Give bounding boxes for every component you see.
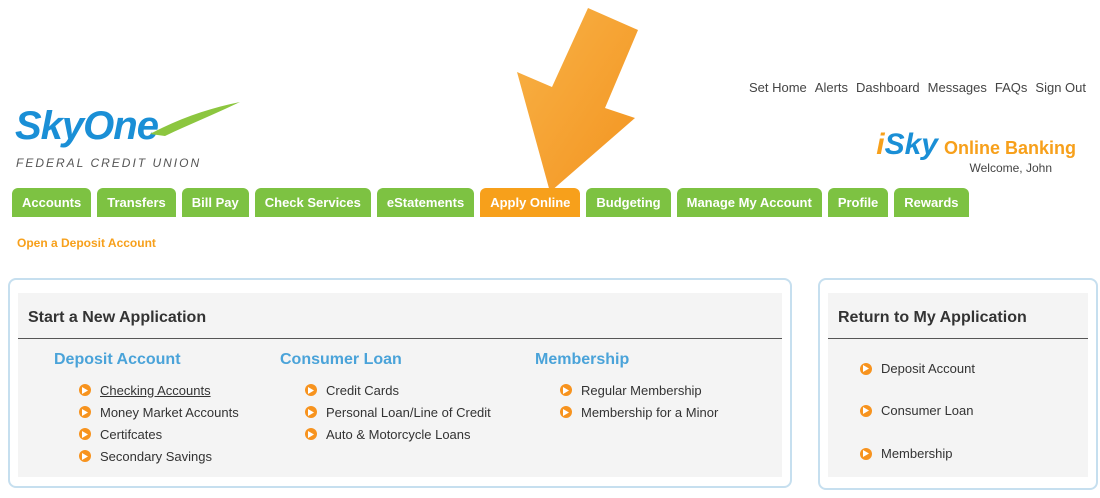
tab-budgeting[interactable]: Budgeting: [586, 188, 671, 217]
arrow-bullet-icon: [79, 406, 91, 418]
swoosh-icon: [150, 102, 240, 136]
arrow-bullet-icon: [305, 384, 317, 396]
tab-check-services[interactable]: Check Services: [254, 188, 371, 217]
list-item[interactable]: Checking Accounts: [79, 379, 239, 401]
arrow-bullet-icon: [79, 428, 91, 440]
tab-profile[interactable]: Profile: [827, 188, 889, 217]
divider: [828, 338, 1088, 339]
column-title: Membership: [535, 351, 630, 368]
list-item[interactable]: Money Market Accounts: [79, 401, 239, 423]
alerts-link[interactable]: Alerts: [815, 80, 848, 95]
list-item[interactable]: Credit Cards: [305, 379, 491, 401]
tab-apply-online[interactable]: Apply Online: [480, 188, 581, 217]
welcome-text: Welcome, John: [969, 161, 1052, 175]
return-application-title: Return to My Application: [838, 309, 1027, 326]
new-application-title: Start a New Application: [28, 309, 207, 326]
tab-estatements[interactable]: eStatements: [376, 188, 475, 217]
return-deposit-account-link[interactable]: Deposit Account: [860, 361, 975, 376]
tab-accounts[interactable]: Accounts: [12, 188, 92, 217]
new-application-panel: Start a New Application Deposit Account …: [8, 278, 792, 488]
sign-out-link[interactable]: Sign Out: [1035, 80, 1086, 95]
return-consumer-loan-link[interactable]: Consumer Loan: [860, 403, 974, 418]
list-item[interactable]: Secondary Savings: [79, 445, 239, 467]
return-membership-link[interactable]: Membership: [860, 446, 953, 461]
divider: [18, 338, 782, 339]
set-home-link[interactable]: Set Home: [749, 80, 807, 95]
isky-brand: iSky: [876, 128, 938, 161]
main-nav: Accounts Transfers Bill Pay Check Servic…: [12, 188, 969, 217]
arrow-bullet-icon: [560, 384, 572, 396]
skyone-logo[interactable]: SkyOne FEDERAL CREDIT UNION: [15, 100, 255, 170]
arrow-bullet-icon: [860, 447, 872, 460]
return-application-panel: Return to My Application Deposit Account…: [818, 278, 1098, 490]
list-item[interactable]: Auto & Motorcycle Loans: [305, 423, 491, 445]
logo-wordmark: SkyOne: [15, 104, 159, 148]
arrow-bullet-icon: [860, 362, 872, 375]
deposit-account-column: Deposit Account Checking Accounts Money …: [54, 351, 239, 467]
isky-banner: iSky Online Banking: [876, 128, 1076, 162]
logo-subtitle: FEDERAL CREDIT UNION: [16, 156, 202, 170]
tab-transfers[interactable]: Transfers: [97, 188, 176, 217]
tab-manage-my-account[interactable]: Manage My Account: [676, 188, 822, 217]
arrow-bullet-icon: [305, 406, 317, 418]
dashboard-link[interactable]: Dashboard: [856, 80, 920, 95]
online-banking-label: Online Banking: [943, 138, 1076, 158]
column-title: Deposit Account: [54, 351, 181, 368]
subnav-open-deposit-account[interactable]: Open a Deposit Account: [17, 236, 156, 250]
tab-rewards[interactable]: Rewards: [894, 188, 969, 217]
consumer-loan-column: Consumer Loan Credit Cards Personal Loan…: [280, 351, 491, 445]
list-item[interactable]: Certifcates: [79, 423, 239, 445]
arrow-bullet-icon: [305, 428, 317, 440]
list-item[interactable]: Regular Membership: [560, 379, 718, 401]
membership-column: Membership Regular Membership Membership…: [535, 351, 718, 423]
orange-arrow-icon: [517, 8, 638, 192]
top-links: Set Home Alerts Dashboard Messages FAQs …: [749, 80, 1086, 95]
faqs-link[interactable]: FAQs: [995, 80, 1028, 95]
list-item[interactable]: Membership for a Minor: [560, 401, 718, 423]
arrow-bullet-icon: [79, 450, 91, 462]
column-title: Consumer Loan: [280, 351, 402, 368]
list-item[interactable]: Personal Loan/Line of Credit: [305, 401, 491, 423]
arrow-bullet-icon: [860, 404, 872, 417]
arrow-bullet-icon: [560, 406, 572, 418]
tab-bill-pay[interactable]: Bill Pay: [181, 188, 249, 217]
messages-link[interactable]: Messages: [928, 80, 987, 95]
arrow-bullet-icon: [79, 384, 91, 396]
